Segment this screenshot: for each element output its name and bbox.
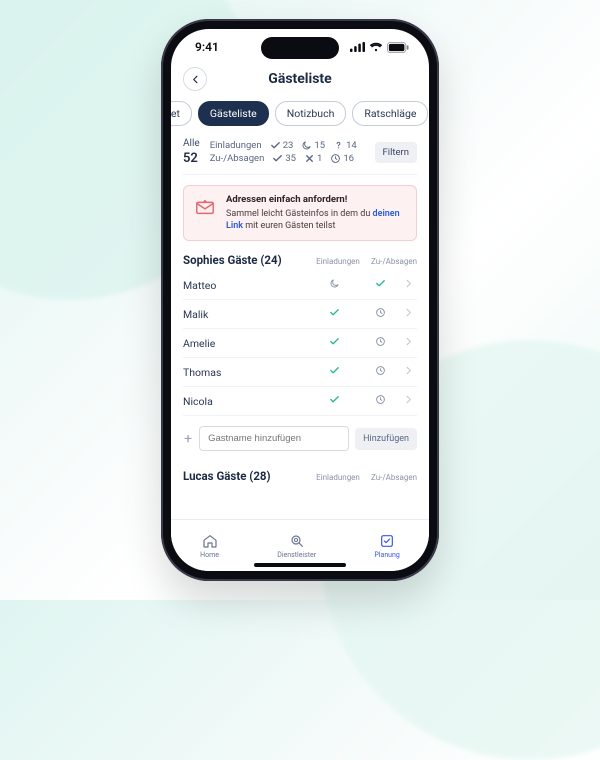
section-sophie-header: Sophies Gäste (24) Einladungen Zu-/Absag…	[183, 241, 417, 271]
tab-ratschlaege[interactable]: Ratschläge	[352, 101, 428, 126]
guest-rsvp-status	[357, 394, 403, 408]
checklist-icon	[378, 532, 396, 550]
chevron-right-icon	[403, 278, 417, 292]
guest-rsvp-status	[357, 336, 403, 350]
page-title: Gästeliste	[171, 71, 429, 87]
guest-rsvp-status	[357, 307, 403, 321]
check-icon	[329, 365, 340, 376]
dynamic-island	[261, 37, 339, 59]
back-button[interactable]	[183, 67, 207, 91]
chevron-right-icon	[403, 365, 417, 379]
clock-icon	[330, 153, 341, 164]
stats-line-invites: Einladungen 23 15 14	[210, 140, 365, 151]
x-icon	[304, 153, 315, 164]
filter-button[interactable]: Filtern	[375, 142, 417, 163]
check-icon	[270, 140, 281, 151]
col-rsvp: Zu-/Absagen	[371, 257, 417, 266]
tab-notizbuch[interactable]: Notizbuch	[275, 101, 347, 126]
check-icon	[272, 153, 283, 164]
chevron-left-icon	[190, 74, 201, 85]
envelope-heart-icon	[194, 194, 216, 232]
chevron-right-icon	[403, 307, 417, 321]
guest-rsvp-status	[357, 278, 403, 292]
guest-row[interactable]: Nicola	[183, 387, 417, 416]
guest-invite-status	[311, 365, 357, 379]
stats-line-rsvp: Zu-/Absagen 35 1 16	[210, 153, 365, 164]
cellular-icon	[350, 42, 365, 52]
banner-title: Adressen einfach anfordern!	[226, 194, 406, 207]
guest-name: Thomas	[183, 366, 311, 379]
check-icon	[329, 307, 340, 318]
tabbar-planning[interactable]: Planung	[374, 532, 399, 559]
guest-row[interactable]: Thomas	[183, 358, 417, 387]
add-guest-input[interactable]	[199, 426, 349, 451]
phone-frame: 9:41 Gästeliste get Gästeliste Notizbuch…	[161, 19, 439, 581]
clock-icon	[375, 336, 386, 347]
col-invites: Einladungen	[315, 257, 361, 266]
address-banner[interactable]: Adressen einfach anfordern! Sammel leich…	[183, 185, 417, 241]
status-time: 9:41	[195, 40, 219, 54]
wifi-icon	[369, 42, 383, 52]
tab-budget[interactable]: get	[171, 101, 192, 126]
stats-all-count: 52	[183, 151, 200, 166]
banner-text: Sammel leicht Gästeinfos in dem du deine…	[226, 209, 400, 231]
home-icon	[201, 532, 219, 550]
section-sophie-title: Sophies Gäste (24)	[183, 253, 282, 267]
battery-icon	[387, 42, 409, 53]
moon-icon	[329, 278, 340, 289]
guest-invite-status	[311, 307, 357, 321]
add-guest-row: + Hinzufügen	[183, 416, 417, 455]
add-guest-button[interactable]: Hinzufügen	[355, 428, 417, 450]
section-lucas-header: Lucas Gäste (28) Einladungen Zu-/Absagen	[183, 455, 417, 487]
screen-header: Gästeliste	[171, 65, 429, 99]
main-content: Alle 52 Einladungen 23 15 14 Zu-/Absagen…	[171, 134, 429, 519]
check-icon	[329, 336, 340, 347]
phone-screen: 9:41 Gästeliste get Gästeliste Notizbuch…	[171, 29, 429, 571]
tabbar-vendors[interactable]: Dienstleister	[277, 532, 316, 559]
clock-icon	[375, 365, 386, 376]
moon-icon	[301, 140, 312, 151]
chevron-right-icon	[403, 394, 417, 408]
chevron-right-icon	[403, 336, 417, 350]
check-icon	[329, 394, 340, 405]
home-indicator[interactable]	[254, 563, 346, 567]
guest-invite-status	[311, 336, 357, 350]
stats-all-label: Alle	[183, 138, 200, 149]
question-icon	[333, 140, 344, 151]
guest-invite-status	[311, 394, 357, 408]
check-icon	[375, 278, 386, 289]
guest-name: Malik	[183, 308, 311, 321]
section-lucas-title: Lucas Gäste (28)	[183, 469, 271, 483]
guest-row[interactable]: Amelie	[183, 329, 417, 358]
guest-row[interactable]: Malik	[183, 300, 417, 329]
guest-invite-status	[311, 278, 357, 292]
guest-rsvp-status	[357, 365, 403, 379]
clock-icon	[375, 307, 386, 318]
guest-name: Nicola	[183, 395, 311, 408]
stats-summary: Alle 52 Einladungen 23 15 14 Zu-/Absagen…	[183, 134, 417, 175]
guest-name: Amelie	[183, 337, 311, 350]
clock-icon	[375, 394, 386, 405]
guest-name: Matteo	[183, 279, 311, 292]
tab-gaesteliste[interactable]: Gästeliste	[198, 101, 269, 126]
category-tabs: get Gästeliste Notizbuch Ratschläge	[171, 99, 429, 134]
plus-icon[interactable]: +	[183, 431, 193, 447]
tabbar-home[interactable]: Home	[200, 532, 219, 559]
guest-row[interactable]: Matteo	[183, 271, 417, 300]
search-person-icon	[288, 532, 306, 550]
